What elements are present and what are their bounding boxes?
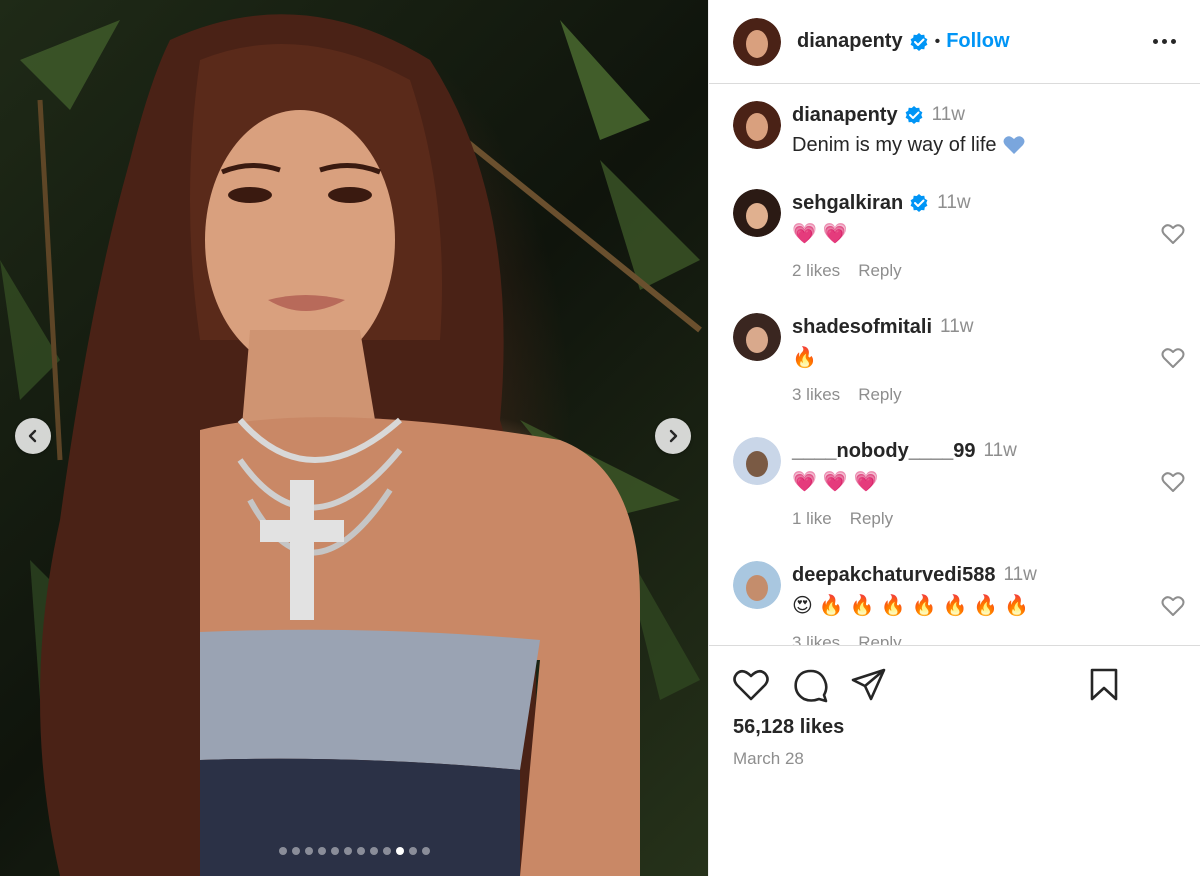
follow-button[interactable]: Follow <box>946 30 1009 53</box>
verified-badge-icon <box>905 106 922 124</box>
verified-badge-icon <box>910 194 928 212</box>
comment-emoji: 🔥 <box>1004 594 1030 617</box>
chevron-left-icon <box>28 429 37 443</box>
next-image-button[interactable] <box>655 418 691 454</box>
comment-emoji: 🔥 <box>818 594 844 617</box>
comment-time[interactable]: 11w <box>940 316 973 338</box>
carousel-dot <box>278 847 287 855</box>
reply-button[interactable]: Reply <box>858 633 901 645</box>
carousel-dot <box>330 847 339 855</box>
more-dot-icon <box>1171 39 1176 44</box>
caption-text-line: Denim is my way of life <box>792 131 1145 159</box>
blue-heart-icon <box>1003 136 1024 154</box>
verified-badge-icon <box>910 32 927 51</box>
comment-time[interactable]: 11w <box>983 440 1016 462</box>
comment-emoji: 💗 <box>792 470 817 493</box>
more-dot-icon <box>1153 39 1158 44</box>
post-actions-section: 56,128 likes March 28 <box>709 645 1200 876</box>
comment-text: 💗 💗 <box>792 219 1145 247</box>
comment-text: 💗 💗 💗 <box>792 467 1145 495</box>
carousel-dot <box>382 847 391 855</box>
comment-emoji: 🔥 <box>911 594 937 617</box>
author-username[interactable]: dianapenty <box>797 30 903 53</box>
caption-time[interactable]: 11w <box>932 104 965 126</box>
caption-row: dianapenty 11w Denim is my way of life <box>733 101 1185 161</box>
action-bar <box>733 668 1177 704</box>
comment-emoji: 💗 <box>792 222 817 245</box>
carousel-dot <box>395 847 404 855</box>
comment-emoji: 💗 <box>822 222 848 245</box>
commenter-username[interactable]: deepakchaturvedi588 <box>792 564 995 587</box>
more-options-button[interactable] <box>1153 39 1176 44</box>
bookmark-icon[interactable] <box>1089 668 1119 702</box>
comment-row: sehgalkiran 11w 💗 💗 2 likes Reply <box>733 189 1185 299</box>
author-avatar[interactable] <box>733 101 781 149</box>
carousel-dot <box>421 847 430 855</box>
commenter-avatar[interactable] <box>733 313 781 361</box>
author-avatar[interactable] <box>733 17 781 66</box>
comment-row: ____nobody____99 11w 💗 💗 💗 1 like Reply <box>733 437 1185 547</box>
heart-icon[interactable] <box>733 668 769 702</box>
commenter-avatar[interactable] <box>733 437 781 485</box>
post-date[interactable]: March 28 <box>733 749 804 769</box>
carousel-dot <box>291 847 300 855</box>
reply-button[interactable]: Reply <box>850 509 893 529</box>
commenter-username[interactable]: ____nobody____99 <box>792 440 975 463</box>
comment-like-count[interactable]: 2 likes <box>792 261 840 281</box>
comment-like-count[interactable]: 3 likes <box>792 385 840 405</box>
post-side-panel: dianapenty • Follow dianapenty 11w Denim… <box>708 0 1200 876</box>
carousel-dot <box>356 847 365 855</box>
comment-emoji: 🔥 <box>942 594 968 617</box>
comment-emoji: 🔥 <box>849 594 875 617</box>
comment-emoji: 💗 <box>822 470 848 493</box>
comment-icon[interactable] <box>793 668 829 704</box>
chevron-right-icon <box>669 429 678 443</box>
comment-like-heart-icon[interactable] <box>1161 347 1185 369</box>
commenter-avatar[interactable] <box>733 561 781 609</box>
comment-emoji: 💗 <box>853 470 879 493</box>
comment-emoji: 🔥 <box>973 594 999 617</box>
like-count[interactable]: 56,128 likes <box>733 716 844 739</box>
caption-text: Denim is my way of life <box>792 133 997 156</box>
comment-like-heart-icon[interactable] <box>1161 595 1185 617</box>
post-media[interactable] <box>0 0 708 876</box>
comment-time[interactable]: 11w <box>937 192 970 214</box>
comment-like-heart-icon[interactable] <box>1161 223 1185 245</box>
carousel-dot <box>304 847 313 855</box>
commenter-avatar[interactable] <box>733 189 781 237</box>
comment-emoji: 🔥 <box>880 594 906 617</box>
post-photo <box>0 14 702 876</box>
comment-text: 😍 🔥 🔥 🔥 🔥 🔥 🔥 🔥 <box>792 591 1145 619</box>
comment-text: 🔥 <box>792 343 1145 371</box>
share-icon[interactable] <box>851 668 887 702</box>
comment-emoji: 🔥 <box>792 346 817 369</box>
post-header: dianapenty • Follow <box>709 0 1200 84</box>
commenter-username[interactable]: shadesofmitali <box>792 316 932 339</box>
comment-like-count[interactable]: 1 like <box>792 509 832 529</box>
reply-button[interactable]: Reply <box>858 261 901 281</box>
comment-row: shadesofmitali 11w 🔥 3 likes Reply <box>733 313 1185 423</box>
comment-like-count[interactable]: 3 likes <box>792 633 840 645</box>
commenter-username[interactable]: sehgalkiran <box>792 192 903 215</box>
comment-time[interactable]: 11w <box>1003 564 1036 586</box>
header-separator: • <box>934 32 941 50</box>
carousel-dot <box>408 847 417 855</box>
reply-button[interactable]: Reply <box>858 385 901 405</box>
previous-image-button[interactable] <box>15 418 51 454</box>
carousel-dot <box>369 847 378 855</box>
comment-like-heart-icon[interactable] <box>1161 471 1185 493</box>
comment-row: deepakchaturvedi588 11w 😍 🔥 🔥 🔥 🔥 🔥 🔥 🔥 3 likes… <box>733 561 1185 645</box>
comments-list[interactable]: dianapenty 11w Denim is my way of life s… <box>709 85 1200 645</box>
carousel-dot <box>343 847 352 855</box>
more-dot-icon <box>1162 39 1167 44</box>
comment-emoji: 😍 <box>792 594 813 617</box>
caption-username[interactable]: dianapenty <box>792 104 898 127</box>
carousel-dot <box>317 847 326 855</box>
carousel-indicator <box>0 847 708 855</box>
